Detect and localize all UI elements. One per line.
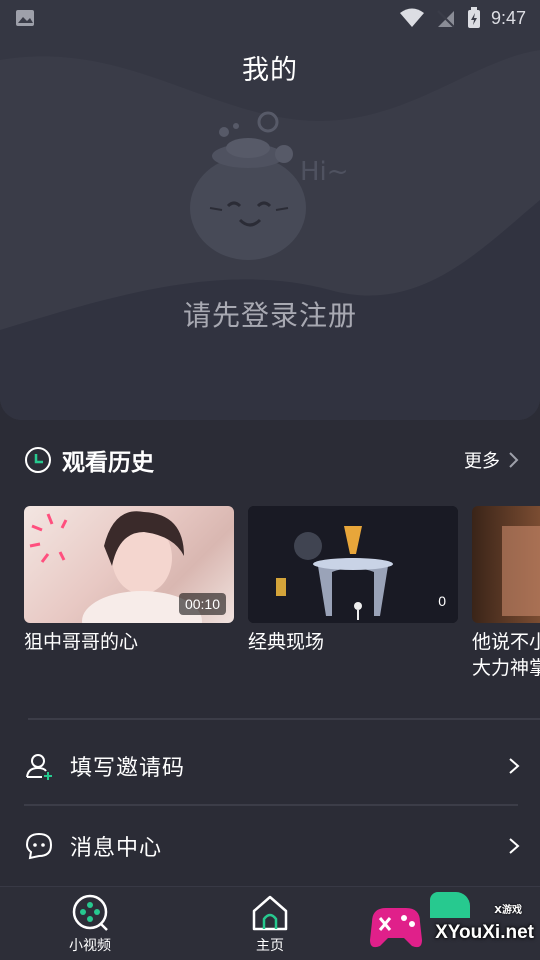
chevron-right-icon (509, 758, 520, 774)
history-item[interactable]: 0 经典现场 (248, 506, 458, 655)
message-center-row[interactable]: 消息中心 (24, 806, 520, 886)
nav-item-short-video[interactable]: 小视频 (50, 893, 130, 955)
history-item[interactable]: 他说不小 大力神掌 (472, 506, 540, 681)
wifi-icon (399, 8, 424, 27)
nav-label: 主页 (256, 938, 284, 954)
history-more-link[interactable]: 更多 (464, 447, 520, 473)
chevron-right-icon (509, 838, 520, 854)
clock-icon (25, 447, 51, 473)
watermark-small-text: X游戏 (494, 905, 522, 916)
duration-badge: 00:10 (178, 593, 226, 615)
mascot-illustration: Hi~ (190, 111, 349, 260)
page-title: 我的 (242, 55, 298, 86)
message-center-label: 消息中心 (70, 836, 163, 861)
gamepad-logo-icon (370, 908, 422, 948)
add-user-icon (26, 754, 52, 780)
watermark: X游戏 XYouXi.net (364, 892, 534, 954)
chevron-right-icon (509, 452, 519, 468)
thumbnail-art (248, 506, 458, 623)
battery-charging-icon (467, 7, 480, 28)
message-bubble-icon (25, 832, 53, 860)
more-label: 更多 (464, 451, 500, 472)
history-item-title: 狙中哥哥的心 (24, 631, 139, 653)
thumbnail-art (502, 526, 540, 616)
history-list[interactable]: 00:10 狙中哥哥的心 0 经典现场 他说不小 大力神掌 (24, 506, 540, 696)
nav-label: 小视频 (69, 938, 111, 954)
video-thumbnail[interactable] (472, 506, 540, 623)
invite-code-row[interactable]: 填写邀请码 (24, 726, 520, 806)
home-icon (252, 895, 288, 931)
view-count-badge: 0 (438, 593, 446, 609)
video-thumbnail[interactable]: 0 (248, 506, 458, 623)
history-item-title: 经典现场 (248, 631, 325, 653)
gamepad-icon (72, 894, 108, 931)
history-item-title: 他说不小 大力神掌 (472, 631, 540, 679)
history-item[interactable]: 00:10 狙中哥哥的心 (24, 506, 234, 655)
mascot-greeting: Hi~ (300, 157, 349, 187)
status-bar: 9:47 (0, 0, 540, 36)
watermark-text: XYouXi.net (435, 922, 534, 943)
profile-card[interactable]: 我的 Hi~ 请先登录注册 (0, 0, 540, 420)
video-thumbnail[interactable]: 00:10 (24, 506, 234, 623)
section-divider (28, 718, 540, 720)
image-icon (16, 10, 34, 26)
history-header: 观看历史 更多 (24, 440, 520, 480)
login-prompt[interactable]: 请先登录注册 (0, 294, 540, 334)
history-title: 观看历史 (62, 450, 154, 476)
invite-code-label: 填写邀请码 (70, 756, 186, 781)
status-time: 9:47 (490, 7, 526, 28)
no-signal-icon (437, 10, 455, 28)
nav-item-home[interactable]: 主页 (230, 893, 310, 955)
